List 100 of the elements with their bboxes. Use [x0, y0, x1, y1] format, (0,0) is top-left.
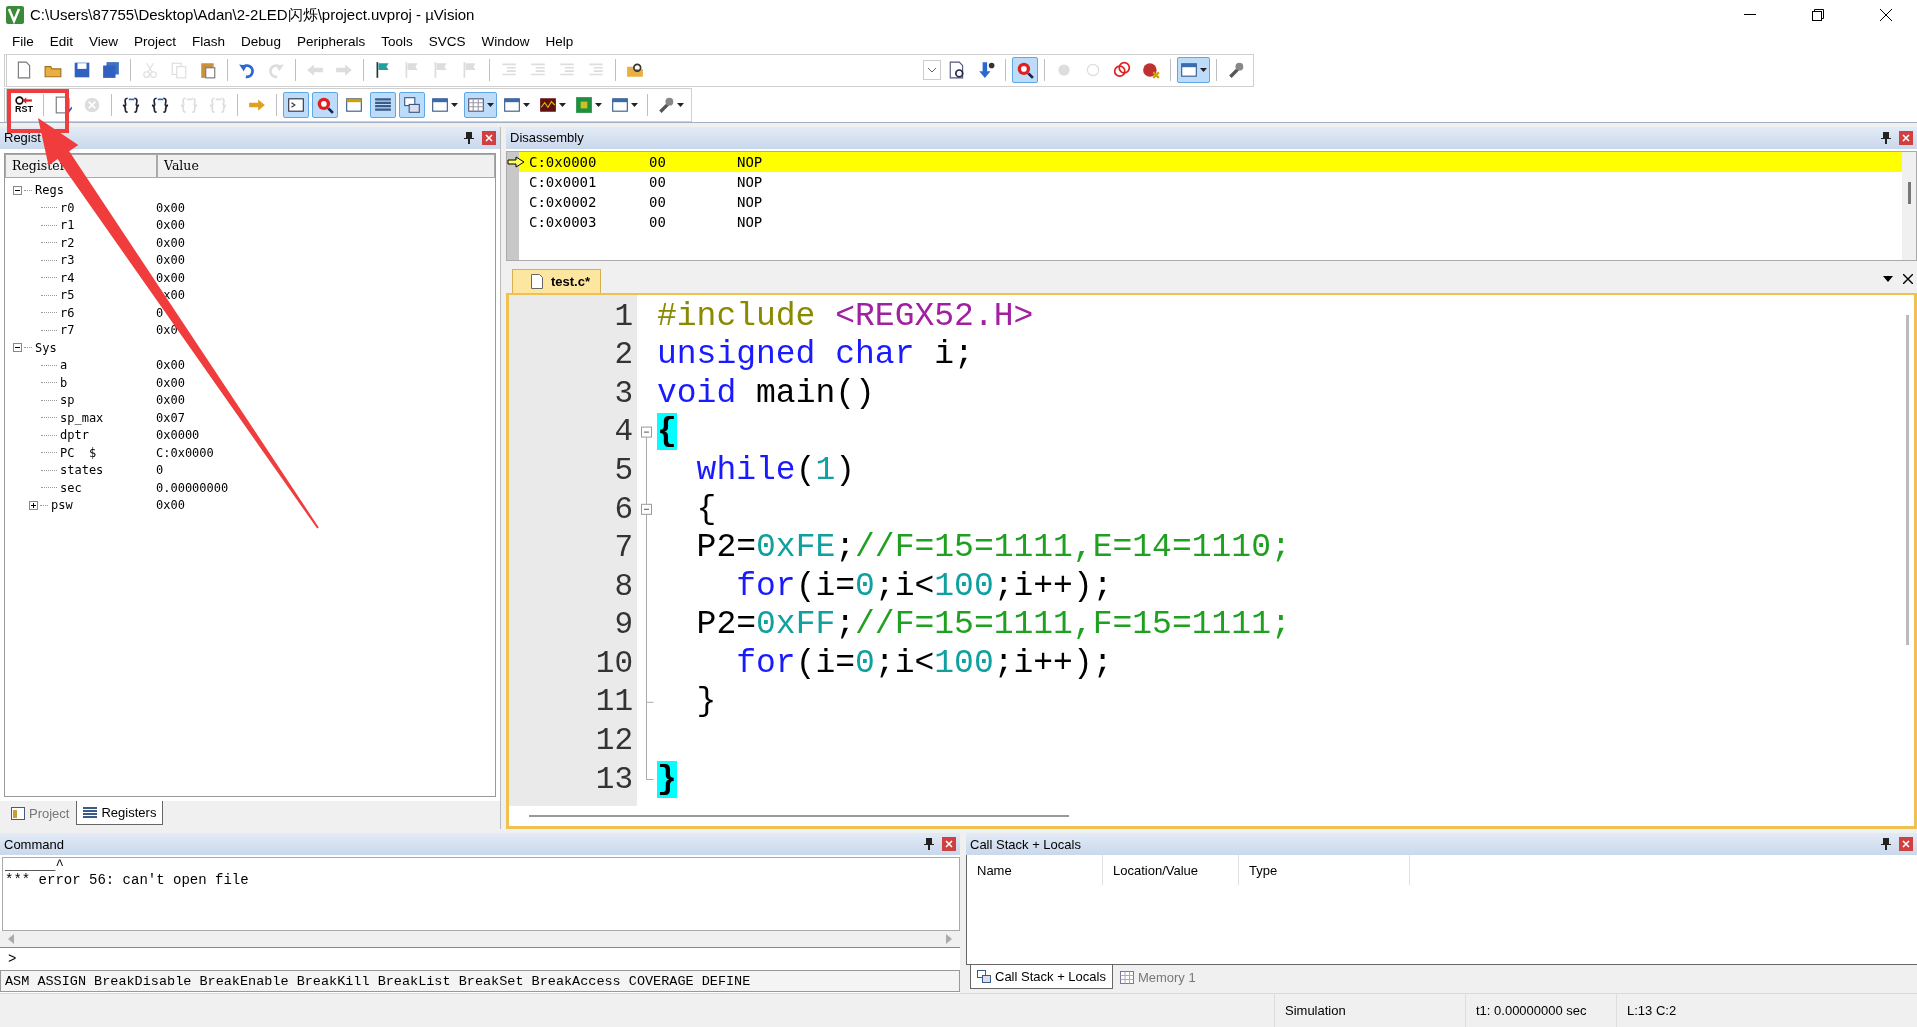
panel-tab[interactable]: Call Stack + Locals [970, 965, 1113, 990]
line-number: 7 [614, 530, 633, 566]
list-icon [83, 806, 98, 820]
highlight-frame [7, 89, 69, 133]
panel-title: Call Stack + Locals [970, 836, 1082, 852]
register-name: b [60, 376, 68, 390]
collapse-icon[interactable] [13, 343, 22, 353]
menu-item[interactable]: Tools [373, 32, 421, 52]
line-number: 9 [614, 607, 633, 643]
grid-icon [1119, 970, 1134, 984]
code-line: P2=0xFF;//F=15=1111,F=15=1111; [695, 606, 1291, 644]
menu-item[interactable]: Project [126, 32, 185, 52]
register-value: 0x00 [156, 376, 185, 390]
register-value: 0x00 [156, 271, 185, 285]
menu-item[interactable]: Window [473, 32, 538, 52]
panel-title: Command [4, 836, 65, 852]
output-line: ______^ [5, 858, 64, 874]
line-number: 10 [595, 645, 633, 681]
menu-item[interactable]: View [81, 32, 127, 52]
code-line: P2=0xFE;//F=15=1111,E=14=1110; [695, 529, 1291, 567]
register-name: states [60, 463, 104, 478]
app-icon [6, 6, 24, 24]
mnemonic: NOP [737, 153, 763, 170]
code-line: for(i=0;i<100;i++); [735, 644, 1113, 682]
mnemonic: NOP [737, 213, 763, 230]
code-line: unsigned char i; [657, 336, 974, 374]
caret-icon [595, 103, 602, 107]
address: C:0x0001 [528, 173, 598, 190]
register-name: r7 [60, 323, 75, 338]
register-value: 0.00000000 [156, 481, 229, 495]
disassembly-row[interactable]: C:0x0001 00 NOP [507, 171, 1902, 192]
command-hints: ASM ASSIGN BreakDisable BreakEnable BreakKill BreakList BreakSet BreakAccess COVERAGE DEFINE [0, 970, 960, 993]
register-name: sp [60, 393, 75, 408]
register-value: 0 [156, 306, 164, 320]
restore-icon [1812, 9, 1824, 21]
menu-item[interactable]: Debug [233, 32, 289, 52]
line-number: 1 [614, 298, 633, 334]
menu-item[interactable]: File [4, 32, 42, 52]
disassembly-row[interactable]: C:0x0003 00 NOP [507, 211, 1902, 232]
current-line-arrow-icon [507, 155, 525, 168]
register-name: r4 [60, 271, 75, 285]
address: C:0x0000 [528, 153, 598, 170]
pin-icon[interactable] [1881, 838, 1891, 851]
register-name: r3 [60, 253, 75, 268]
register-value: x00 [162, 288, 185, 303]
line-number: 4 [614, 414, 633, 450]
minimize-icon [1744, 14, 1756, 16]
toolbar-button[interactable]: RST [11, 92, 37, 118]
close-icon[interactable] [1903, 273, 1913, 284]
caret-icon [487, 103, 494, 107]
status-text: L:13 C:2 [1616, 994, 1917, 1027]
opcode: 00 [649, 173, 667, 190]
output-line: *** error 56: can't open file [5, 873, 249, 889]
reset-label: RST [15, 105, 33, 114]
register-value: 0 [156, 463, 164, 478]
file-tab[interactable]: test.c* [512, 268, 602, 293]
pin-icon[interactable] [1881, 131, 1891, 144]
menu-item[interactable]: Peripherals [288, 32, 374, 52]
register-name: r0 [60, 201, 75, 215]
code-line: { [695, 490, 717, 528]
opcode: 00 [649, 153, 667, 170]
caret-icon[interactable] [1883, 275, 1893, 282]
menu-item[interactable]: Help [537, 32, 582, 52]
register-value: 0x00 [156, 393, 185, 408]
register-value: 0x00 [156, 236, 185, 250]
line-number: 2 [614, 337, 633, 373]
register-value: C:0x0000 [156, 446, 214, 460]
panel-title: Regist [4, 130, 42, 146]
panel-tab[interactable]: Memory 1 [1112, 965, 1203, 990]
mnemonic: NOP [737, 173, 763, 190]
column-header[interactable]: Name [967, 855, 1103, 886]
scrollbar-thumb[interactable] [1905, 314, 1909, 645]
mnemonic: NOP [737, 193, 763, 210]
register-name: Sys [35, 341, 57, 355]
register-value: 0x00 [156, 253, 185, 268]
register-name: r5 [60, 288, 75, 303]
disassembly-row[interactable]: C:0x0000 00 NOP [507, 151, 1902, 172]
panel-tab[interactable]: Project [4, 801, 77, 826]
register-value: 0x0000 [156, 428, 200, 443]
menu-item[interactable]: Flash [184, 32, 234, 52]
pin-icon[interactable] [464, 131, 474, 144]
scrollbar-thumb[interactable] [1907, 181, 1911, 204]
expand-icon[interactable] [29, 501, 38, 510]
windows-icon [977, 970, 991, 984]
column-header[interactable]: Location/Value [1103, 855, 1239, 886]
column-header[interactable]: Value [157, 153, 495, 178]
register-value: 0x07 [156, 411, 185, 425]
register-name: psw [51, 498, 73, 513]
scrollbar-thumb[interactable] [529, 815, 1069, 818]
caret-icon [523, 103, 530, 107]
column-header[interactable]: Type [1239, 855, 1410, 886]
collapse-icon[interactable] [13, 186, 22, 195]
register-name: Regs [35, 183, 64, 198]
pin-icon[interactable] [924, 838, 934, 851]
disassembly-row[interactable]: C:0x0002 00 NOP [507, 191, 1902, 212]
menu-item[interactable]: SVCS [420, 32, 474, 52]
menu-item[interactable]: Edit [41, 32, 82, 52]
page-icon [531, 273, 543, 289]
opcode: 00 [649, 193, 667, 210]
panel-tab[interactable]: Registers [76, 801, 164, 826]
